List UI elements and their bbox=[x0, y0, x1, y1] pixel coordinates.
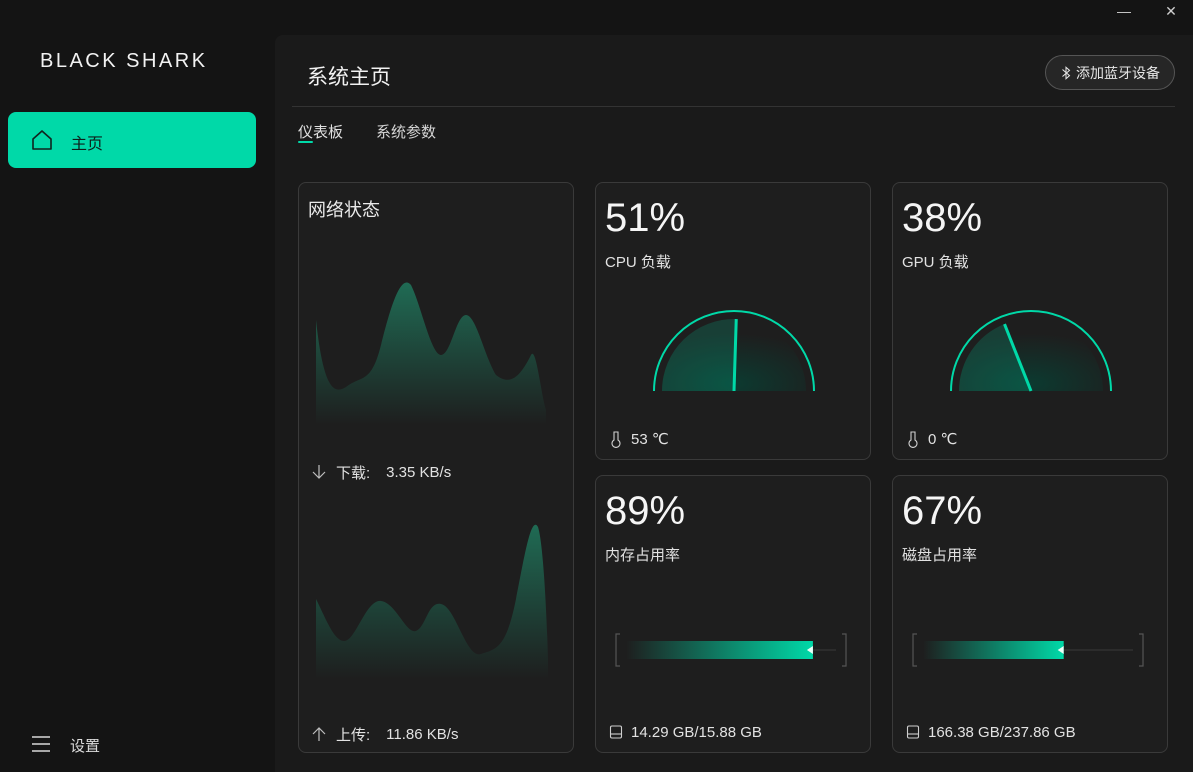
disk-label: 磁盘占用率 bbox=[902, 547, 978, 564]
storage-icon bbox=[906, 725, 920, 739]
disk-usage-row: 166.38 GB/237.86 GB bbox=[906, 722, 1076, 742]
close-button[interactable]: ✕ bbox=[1158, 2, 1184, 20]
arrow-down-icon bbox=[312, 465, 326, 479]
bar-fill bbox=[626, 641, 813, 659]
add-bluetooth-button[interactable]: 添加蓝牙设备 bbox=[1045, 55, 1175, 90]
network-status-card: 网络状态 下载: 3.35 KB/s 上传: 11.86 KB/s bbox=[298, 182, 574, 753]
thermometer-icon bbox=[611, 431, 621, 448]
app-window: — ✕ BLACK SHARK 主页 设置 系统主页 添加蓝牙设备 仪表板 系统… bbox=[0, 0, 1193, 772]
upload-sparkline bbox=[316, 524, 548, 679]
bar-bracket bbox=[615, 633, 620, 667]
disk-usage-card: 67% 磁盘占用率 166.38 GB/237.86 GB bbox=[892, 475, 1168, 753]
disk-percent: 67% bbox=[902, 489, 983, 533]
memory-percent: 89% bbox=[605, 489, 686, 533]
cpu-label: CPU 负载 bbox=[605, 254, 671, 271]
network-card-title: 网络状态 bbox=[308, 200, 380, 220]
bar-bracket bbox=[842, 633, 847, 667]
tab-dashboard[interactable]: 仪表板 bbox=[298, 121, 343, 142]
download-row: 下载: 3.35 KB/s bbox=[312, 462, 451, 482]
tab-system-params[interactable]: 系统参数 bbox=[376, 121, 436, 142]
minimize-button[interactable]: — bbox=[1111, 2, 1137, 20]
bar-fill bbox=[923, 641, 1064, 659]
cpu-load-card: 51% CPU 负载 53 ℃ bbox=[595, 182, 871, 460]
gpu-temp-row: 0 ℃ bbox=[906, 429, 957, 449]
bluetooth-icon bbox=[1062, 65, 1071, 80]
bar-bracket bbox=[912, 633, 917, 667]
cpu-temp: 53 ℃ bbox=[631, 431, 669, 448]
menu-icon bbox=[32, 736, 50, 752]
storage-icon bbox=[609, 725, 623, 739]
gpu-gauge bbox=[950, 310, 1112, 392]
upload-value: 11.86 KB/s bbox=[386, 725, 459, 743]
brand-logo: BLACK SHARK bbox=[40, 50, 208, 72]
memory-label: 内存占用率 bbox=[605, 547, 681, 564]
download-value: 3.35 KB/s bbox=[386, 463, 452, 481]
sidebar-item-label: 设置 bbox=[70, 738, 101, 755]
upload-label: 上传: bbox=[336, 726, 371, 744]
sidebar-item-home[interactable]: 主页 bbox=[8, 112, 256, 168]
bluetooth-button-label: 添加蓝牙设备 bbox=[1076, 64, 1160, 81]
main-panel: 系统主页 添加蓝牙设备 仪表板 系统参数 网络状态 下载: 3.35 KB/s … bbox=[275, 35, 1193, 772]
home-icon bbox=[32, 130, 52, 150]
gpu-label: GPU 负载 bbox=[902, 254, 969, 271]
memory-usage-card: 89% 内存占用率 14.29 GB/15.88 GB bbox=[595, 475, 871, 753]
thermometer-icon bbox=[908, 431, 918, 448]
cpu-temp-row: 53 ℃ bbox=[609, 429, 669, 449]
active-tab-indicator bbox=[298, 141, 313, 143]
memory-usage: 14.29 GB/15.88 GB bbox=[631, 723, 762, 741]
arrow-up-icon bbox=[312, 727, 326, 741]
download-label: 下载: bbox=[336, 464, 371, 482]
cpu-gauge bbox=[653, 310, 815, 392]
gpu-load-card: 38% GPU 负载 0 ℃ bbox=[892, 182, 1168, 460]
header-divider bbox=[292, 106, 1175, 107]
disk-usage: 166.38 GB/237.86 GB bbox=[928, 723, 1076, 741]
memory-usage-bar bbox=[615, 633, 847, 667]
download-sparkline bbox=[316, 282, 546, 425]
gauge-sweep bbox=[662, 319, 737, 391]
gpu-percent: 38% bbox=[902, 196, 983, 240]
sidebar-item-label: 主页 bbox=[71, 136, 104, 153]
upload-row: 上传: 11.86 KB/s bbox=[312, 724, 458, 744]
cpu-percent: 51% bbox=[605, 196, 686, 240]
page-title: 系统主页 bbox=[307, 66, 391, 89]
memory-usage-row: 14.29 GB/15.88 GB bbox=[609, 722, 762, 742]
gpu-temp: 0 ℃ bbox=[928, 431, 958, 448]
disk-usage-bar bbox=[912, 633, 1144, 667]
sidebar-item-settings[interactable]: 设置 bbox=[30, 730, 230, 760]
bar-bracket bbox=[1139, 633, 1144, 667]
